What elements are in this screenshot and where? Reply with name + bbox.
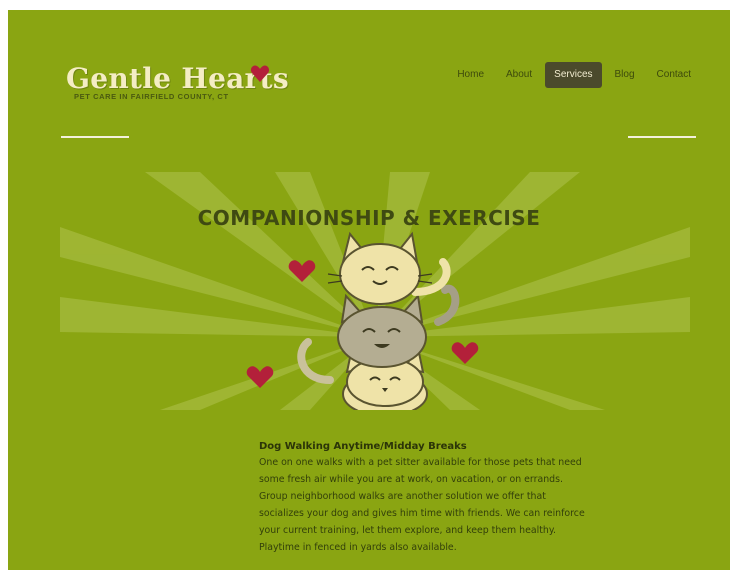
nav-item-blog[interactable]: Blog	[606, 62, 644, 88]
nav-item-contact[interactable]: Contact	[648, 62, 700, 88]
nav-item-services[interactable]: Services	[545, 62, 602, 88]
service-heading: Dog Walking Anytime/Midday Breaks	[259, 441, 467, 452]
hero-title: COMPANIONSHIP & EXERCISE	[197, 206, 541, 230]
logo-heart-icon	[250, 65, 270, 82]
divider-left	[61, 136, 129, 138]
service-description: Dog Walking Anytime/Midday Breaks One on…	[259, 441, 589, 556]
site-logo[interactable]: Gentle Hearts PET CARE IN FAIRFIELD COUN…	[66, 64, 289, 102]
divider-right	[628, 136, 696, 138]
nav-item-home[interactable]: Home	[448, 62, 493, 88]
main-nav: Home About Services Blog Contact	[448, 62, 700, 88]
page-frame: Gentle Hearts PET CARE IN FAIRFIELD COUN…	[8, 10, 730, 570]
service-body: One on one walks with a pet sitter avail…	[259, 457, 585, 553]
nav-item-about[interactable]: About	[497, 62, 541, 88]
